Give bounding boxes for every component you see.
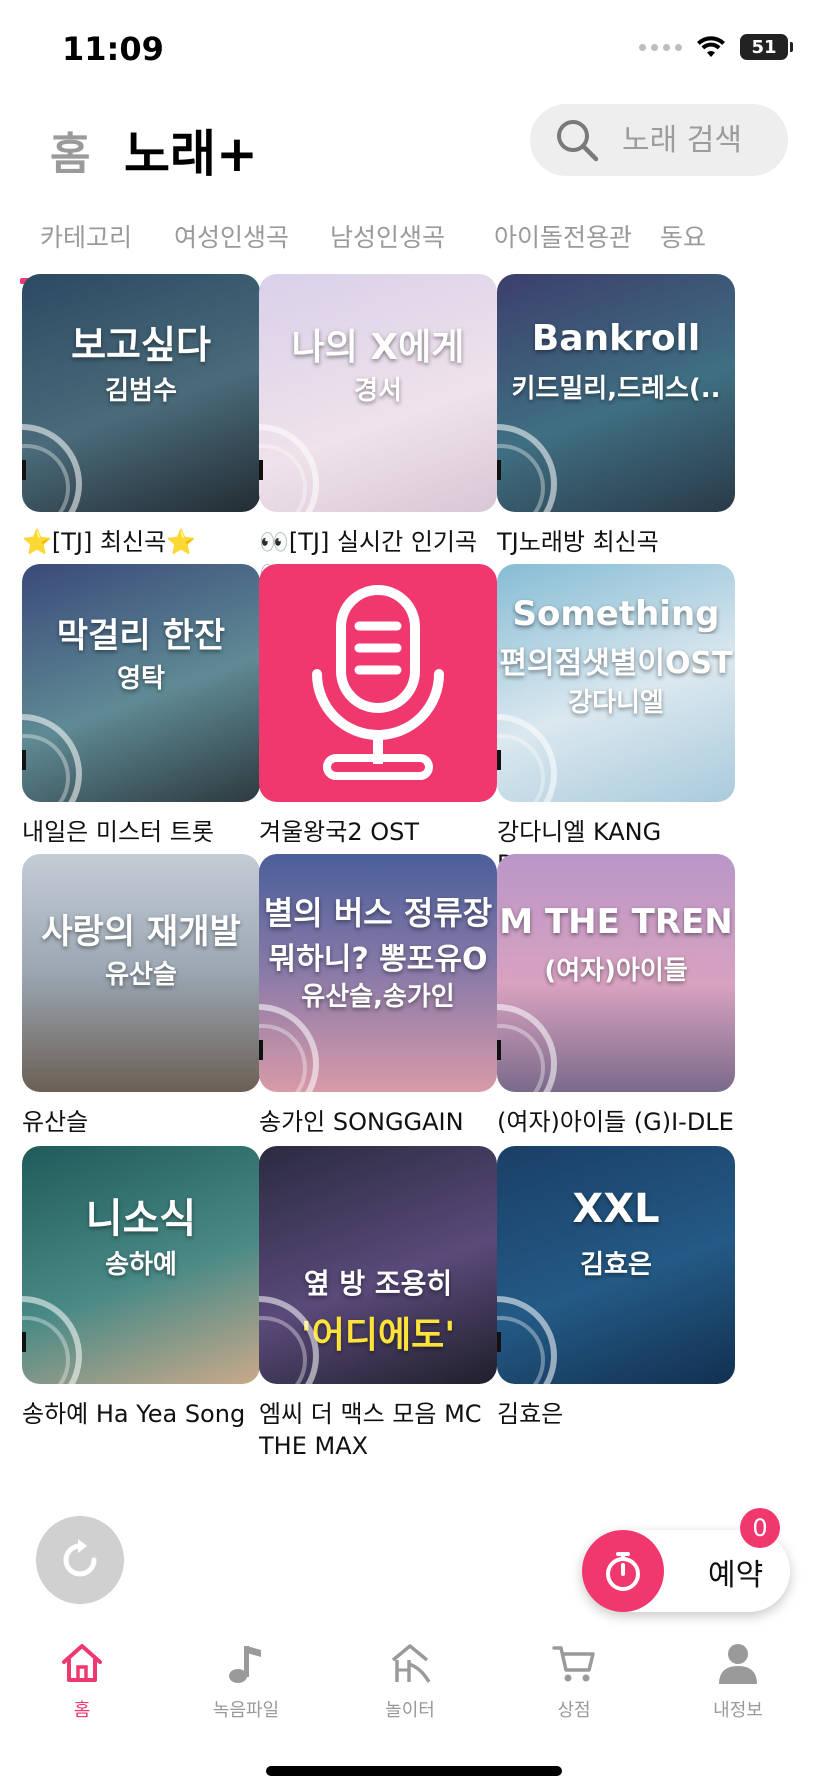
tab-male-hits[interactable]: 남성인생곡 [330, 218, 445, 254]
tab-category[interactable]: 카테고리 [40, 218, 132, 254]
status-bar: 11:09 51 [0, 0, 828, 100]
playlist-label: TJ노래방 최신곡 [497, 528, 659, 556]
playlist-thumbnail: 니소식 송하예 [22, 1146, 260, 1384]
playlist-label: 겨울왕국2 OST [259, 818, 420, 846]
vinyl-graphic [22, 1296, 82, 1384]
nav-playground[interactable]: 놀이터 [350, 1640, 470, 1722]
nav-home[interactable]: 홈 [22, 1640, 142, 1722]
search-bar[interactable] [530, 104, 788, 176]
playlist-thumbnail: 나의 X에게 경서 [259, 274, 497, 512]
home-link[interactable]: 홈 [50, 118, 90, 182]
playlist-thumbnail [259, 564, 497, 802]
reservation-label: 예약 [708, 1558, 764, 1593]
playlist-card[interactable]: 보고싶다 김범수 ⭐[TJ] 최신곡⭐ [22, 274, 260, 558]
nav-my-info[interactable]: 내정보 [678, 1640, 798, 1722]
nav-label: 내정보 [713, 1700, 763, 1721]
playlist-card[interactable]: 사랑의 재개발 유산슬 유산슬 [22, 854, 260, 1138]
playlist-thumbnail: 별의 버스 정류장 뭐하니? 뽕포유O 유산슬,송가인 [259, 854, 497, 1092]
status-time: 11:09 [62, 30, 164, 68]
stopwatch-icon [582, 1530, 664, 1612]
playlist-label: 김효은 [497, 1400, 564, 1428]
playlist-label: 송하예 Ha Yea Song [22, 1400, 246, 1428]
playlist-thumbnail: 옆 방 조용히 '어디에도' [259, 1146, 497, 1384]
reservation-button[interactable]: 예약 0 [582, 1508, 790, 1612]
microphone-icon [312, 585, 444, 780]
playlist-card[interactable]: 옆 방 조용히 '어디에도' 엠씨 더 맥스 모음 MC THE MAX [259, 1146, 497, 1462]
playlist-label: 엠씨 더 맥스 모음 MC THE MAX [259, 1400, 482, 1460]
nav-label: 상점 [557, 1700, 591, 1721]
home-icon [62, 1644, 102, 1682]
vinyl-graphic [497, 714, 557, 802]
playlist-card[interactable]: 겨울왕국2 OST [259, 564, 497, 848]
refresh-button[interactable] [36, 1516, 124, 1604]
playlist-card[interactable]: 막걸리 한잔 영탁 내일은 미스터 트롯 [22, 564, 260, 848]
playlist-label: 송가인 SONGGAIN [259, 1108, 464, 1136]
nav-recordings[interactable]: 녹음파일 [186, 1640, 306, 1722]
status-indicators: 51 [639, 34, 793, 60]
playlist-thumbnail: XXL 김효은 [497, 1146, 735, 1384]
playlist-card[interactable]: Something 편의점샛별이OST 강다니엘 강다니엘 KANG DANIE… [497, 564, 735, 880]
playlist-label: ⭐[TJ] 최신곡⭐ [22, 528, 197, 556]
playlist-thumbnail: 막걸리 한잔 영탁 [22, 564, 260, 802]
playlist-thumbnail: M THE TREN (여자)아이들 [497, 854, 735, 1092]
vinyl-graphic [22, 424, 82, 512]
cart-icon [552, 1646, 595, 1682]
vinyl-graphic [497, 1004, 557, 1092]
music-note-icon [229, 1646, 261, 1683]
tab-children-songs[interactable]: 동요 [660, 218, 706, 254]
playlist-card[interactable]: XXL 김효은 김효은 [497, 1146, 735, 1430]
playlist-thumbnail: 사랑의 재개발 유산슬 [22, 854, 260, 1092]
playlist-card[interactable]: Bankroll 키드밀리,드레스(.. TJ노래방 최신곡 [497, 274, 735, 558]
nav-label: 홈 [73, 1700, 91, 1721]
playlist-card[interactable]: 별의 버스 정류장 뭐하니? 뽕포유O 유산슬,송가인 송가인 SONGGAIN [259, 854, 497, 1138]
category-tabs: 카테고리 여성인생곡 남성인생곡 아이돌전용관 동요 [0, 208, 828, 284]
search-input[interactable] [622, 122, 782, 158]
playlist-label: 유산슬 [22, 1108, 89, 1136]
playlist-thumbnail: 보고싶다 김범수 [22, 274, 260, 512]
vinyl-graphic [497, 424, 557, 512]
playlist-card[interactable]: 니소식 송하예 송하예 Ha Yea Song [22, 1146, 260, 1430]
vinyl-graphic [22, 714, 82, 802]
playground-icon [391, 1644, 431, 1683]
wifi-icon [697, 36, 725, 57]
playlist-label: 내일은 미스터 트롯 [22, 818, 214, 846]
playlist-thumbnail: Bankroll 키드밀리,드레스(.. [497, 274, 735, 512]
playlist-thumbnail: Something 편의점샛별이OST 강다니엘 [497, 564, 735, 802]
battery-icon: 51 [740, 34, 793, 60]
vinyl-graphic [259, 424, 319, 512]
nav-label: 녹음파일 [212, 1700, 280, 1721]
tab-idol[interactable]: 아이돌전용관 [494, 218, 632, 254]
playlist-card[interactable]: 나의 X에게 경서 👀[TJ] 실시간 인기곡👀 [259, 274, 497, 590]
playlist-card[interactable]: M THE TREN (여자)아이들 (여자)아이들 (G)I-DLE [497, 854, 735, 1138]
refresh-icon [63, 1539, 97, 1577]
vinyl-graphic [497, 1296, 557, 1384]
vinyl-graphic [259, 1004, 319, 1092]
tab-female-hits[interactable]: 여성인생곡 [174, 218, 289, 254]
home-indicator [266, 1766, 562, 1776]
profile-icon [719, 1644, 757, 1684]
cellular-signal-icon [639, 43, 682, 51]
nav-label: 놀이터 [385, 1700, 435, 1721]
app-header: 홈 노래+ [0, 100, 828, 200]
page-title: 노래+ [124, 125, 258, 183]
search-icon [557, 120, 599, 162]
nav-shop[interactable]: 상점 [514, 1640, 634, 1722]
playlist-label: (여자)아이들 (G)I-DLE [497, 1108, 734, 1136]
reservation-count-badge: 0 [740, 1508, 780, 1548]
